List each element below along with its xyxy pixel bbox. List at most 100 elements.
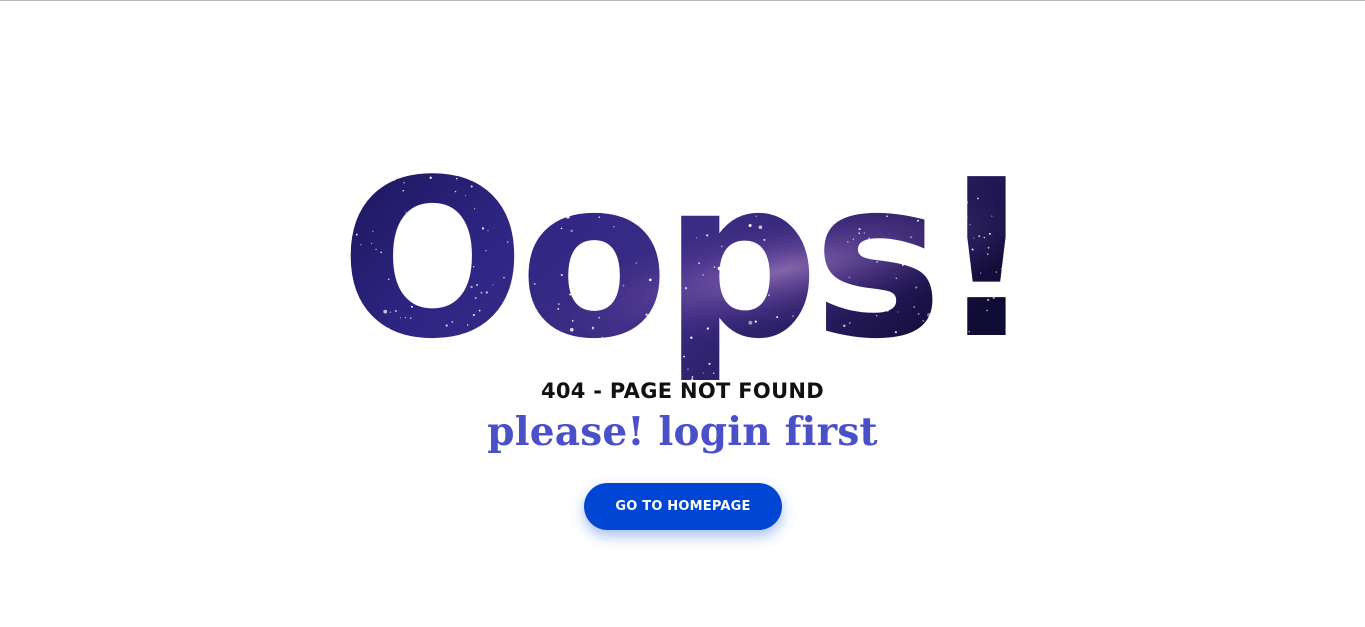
star-dot xyxy=(542,199,545,201)
star-dot xyxy=(389,311,392,313)
star-dot xyxy=(318,137,321,140)
star-dot xyxy=(387,278,390,281)
star-dot xyxy=(370,242,373,245)
star-dot xyxy=(645,313,648,316)
go-to-homepage-button[interactable]: GO TO HOMEPAGE xyxy=(584,483,782,530)
star-dot xyxy=(858,232,860,234)
star-dot xyxy=(1006,219,1008,221)
star-dot xyxy=(1052,328,1055,331)
star-dot xyxy=(767,351,770,353)
star-dot xyxy=(713,266,716,268)
star-dot xyxy=(312,253,314,255)
star-dot xyxy=(952,186,954,189)
star-dot xyxy=(712,372,715,374)
star-dot xyxy=(806,131,807,132)
star-dot xyxy=(375,248,377,251)
star-dot xyxy=(858,228,861,231)
star-dot xyxy=(584,194,588,197)
star-dot xyxy=(476,283,479,287)
star-dot xyxy=(992,296,995,300)
star-dot xyxy=(415,166,417,169)
star-dot xyxy=(663,242,666,244)
star-dot xyxy=(427,346,430,349)
star-dot xyxy=(410,317,412,319)
star-dot xyxy=(819,199,822,202)
star-dot xyxy=(917,219,919,222)
error-code-text: 404 - PAGE NOT FOUND xyxy=(540,379,825,403)
star-dot xyxy=(433,338,436,341)
star-dot xyxy=(1078,184,1080,186)
star-dot xyxy=(679,136,682,139)
star-dot xyxy=(567,367,569,370)
star-dot xyxy=(969,224,971,226)
star-dot xyxy=(1006,163,1009,166)
star-dot xyxy=(978,235,981,238)
star-dot xyxy=(915,134,918,135)
star-dot xyxy=(986,253,989,255)
star-dot xyxy=(313,136,316,139)
star-dot xyxy=(654,335,656,337)
star-dot xyxy=(402,190,404,192)
star-dot xyxy=(877,300,879,302)
star-dot xyxy=(852,286,855,289)
star-dot xyxy=(419,130,420,131)
star-dot xyxy=(983,236,985,239)
star-dot xyxy=(562,361,564,363)
star-dot xyxy=(784,190,786,192)
star-dot xyxy=(513,130,515,131)
star-dot xyxy=(506,241,509,243)
star-dot xyxy=(960,351,963,354)
star-dot xyxy=(518,284,520,286)
star-dot xyxy=(902,262,904,265)
star-dot xyxy=(1054,361,1056,363)
star-dot xyxy=(771,213,773,216)
star-dot xyxy=(334,295,336,297)
star-dot xyxy=(1072,243,1074,245)
star-dot xyxy=(730,299,733,302)
star-dot xyxy=(809,147,812,150)
star-dot xyxy=(504,369,506,371)
star-dot xyxy=(771,359,774,362)
star-dot xyxy=(595,191,598,194)
star-dot xyxy=(393,174,396,177)
star-dot xyxy=(373,160,376,163)
star-dot xyxy=(406,248,409,251)
star-dot xyxy=(495,196,498,199)
star-dot xyxy=(290,208,292,210)
star-dot xyxy=(539,228,542,230)
star-dot xyxy=(805,190,807,193)
star-dot xyxy=(794,196,796,198)
star-dot xyxy=(721,324,726,328)
star-dot xyxy=(1049,155,1051,157)
star-dot xyxy=(738,175,741,178)
star-dot xyxy=(334,193,336,195)
star-dot xyxy=(839,151,844,156)
star-dot xyxy=(915,286,918,289)
star-dot xyxy=(848,276,851,278)
star-dot xyxy=(392,179,395,182)
star-dot xyxy=(889,181,892,184)
star-dot xyxy=(450,284,452,286)
star-dot xyxy=(817,217,820,220)
star-dot xyxy=(1037,330,1038,331)
star-dot xyxy=(1044,210,1046,212)
star-dot xyxy=(305,263,307,265)
star-dot xyxy=(679,142,682,144)
star-dot xyxy=(309,230,310,231)
star-dot xyxy=(602,177,604,179)
star-dot xyxy=(314,185,317,188)
star-dot xyxy=(815,180,820,184)
star-dot xyxy=(583,261,585,264)
star-dot xyxy=(947,174,950,177)
star-dot xyxy=(541,358,544,360)
star-dot xyxy=(930,143,932,145)
star-dot xyxy=(380,251,382,254)
star-dot xyxy=(295,219,297,221)
star-dot xyxy=(812,155,817,160)
star-dot xyxy=(1071,294,1073,296)
star-dot xyxy=(687,368,689,370)
star-dot xyxy=(901,371,904,373)
star-dot xyxy=(406,348,409,351)
star-dot xyxy=(615,207,617,209)
star-dot xyxy=(875,161,879,165)
